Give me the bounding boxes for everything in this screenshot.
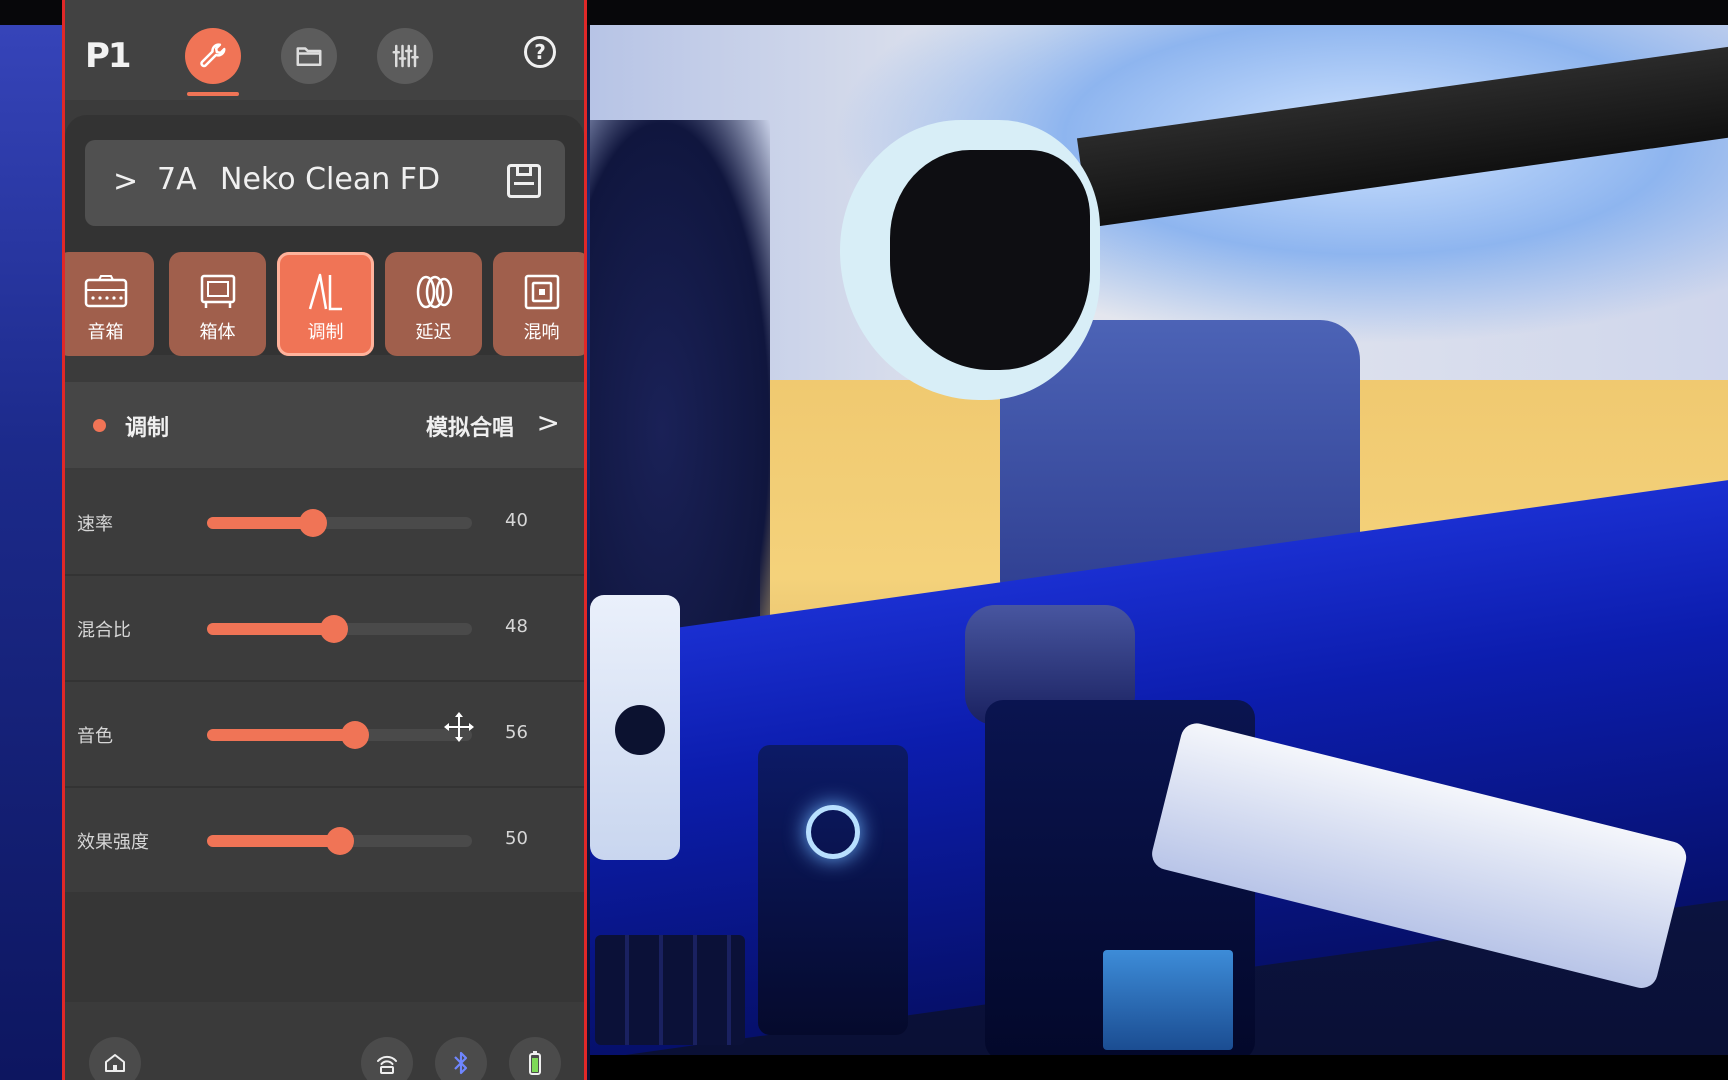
preset-name: Neko Clean FD: [220, 162, 441, 197]
module-delay[interactable]: 延迟: [385, 252, 482, 356]
wireless-icon: [377, 1055, 397, 1074]
module-label: 音箱: [87, 322, 124, 343]
slider-knob[interactable]: [299, 509, 327, 537]
param-slider[interactable]: [207, 827, 472, 855]
param-row: 音色 56: [65, 682, 584, 788]
empty-panel-area: [65, 892, 584, 1002]
move-cursor-icon: [444, 712, 474, 742]
slider-knob[interactable]: [341, 721, 370, 749]
module-label: 箱体: [199, 322, 236, 343]
param-label: 音色: [77, 726, 113, 747]
param-slider[interactable]: [207, 721, 472, 749]
param-value: 48: [505, 616, 528, 637]
param-row: 效果强度 50: [65, 788, 584, 894]
slider-fill: [207, 729, 356, 741]
chevron-right-icon: >: [113, 164, 139, 199]
preset-code: 7A: [157, 162, 197, 197]
mixer-icon: [392, 44, 419, 68]
wrench-icon: [200, 43, 226, 68]
param-slider[interactable]: [207, 509, 472, 537]
bottom-bar: [65, 1010, 584, 1080]
slider-knob[interactable]: [325, 827, 354, 855]
param-value: 40: [505, 510, 528, 531]
module-amp[interactable]: 音箱: [65, 252, 154, 356]
scene-keyboard: [595, 935, 745, 1045]
slider-fill: [207, 517, 313, 529]
module-strip: 音箱 箱体 调制 延迟 混响: [65, 252, 584, 358]
param-slider[interactable]: [207, 615, 472, 643]
app-panel: P1 ? > 7A Neko Clean FD 音箱 箱体 调制 延迟 混响 调…: [62, 0, 587, 1080]
module-label: 延迟: [415, 322, 452, 343]
effect-type-value: 模拟合唱: [425, 416, 514, 441]
status-dot: [93, 419, 106, 432]
battery-icon: [529, 1051, 541, 1075]
app-logo: P1: [85, 36, 132, 76]
module-label: 混响: [523, 322, 560, 343]
scene-left-edge: [0, 25, 62, 1080]
home-button[interactable]: [89, 1037, 141, 1080]
bluetooth-button[interactable]: [435, 1037, 487, 1080]
top-nav: P1 ?: [65, 0, 584, 100]
module-modulation[interactable]: 调制: [277, 252, 374, 356]
bottom-letterbox: [590, 1055, 1728, 1080]
save-icon[interactable]: [507, 164, 541, 198]
nav-mixer-button[interactable]: [377, 28, 433, 84]
param-value: 56: [505, 722, 528, 743]
folder-icon: [296, 47, 322, 66]
scene-pedal: [758, 745, 908, 1035]
param-value: 50: [505, 828, 528, 849]
delay-icon: [416, 275, 452, 309]
nav-folder-button[interactable]: [281, 28, 337, 84]
help-button[interactable]: ?: [524, 36, 556, 68]
param-row: 混合比 48: [65, 576, 584, 682]
nav-active-indicator: [187, 92, 239, 96]
cabinet-icon: [200, 274, 235, 308]
wireless-button[interactable]: [361, 1037, 413, 1080]
slider-fill: [207, 835, 340, 847]
effect-type-selector[interactable]: 调制 模拟合唱 >: [65, 382, 584, 468]
module-reverb[interactable]: 混响: [493, 252, 584, 356]
param-label: 效果强度: [77, 832, 149, 853]
module-cabinet[interactable]: 箱体: [169, 252, 266, 356]
bluetooth-icon: [454, 1051, 468, 1075]
chevron-right-icon: >: [536, 406, 560, 439]
modulation-icon: [308, 273, 342, 311]
param-label: 速率: [77, 514, 113, 535]
amp-icon: [84, 275, 127, 308]
slider-fill: [207, 623, 335, 635]
param-label: 混合比: [77, 620, 131, 641]
slider-knob[interactable]: [320, 615, 349, 643]
scene-pickguard: [890, 150, 1090, 370]
module-label: 调制: [307, 322, 344, 343]
nav-wrench-button[interactable]: [185, 28, 241, 84]
help-icon: ?: [534, 40, 546, 64]
preset-selector[interactable]: > 7A Neko Clean FD: [85, 140, 565, 226]
reverb-icon: [524, 274, 559, 310]
section-title: 调制: [125, 416, 170, 441]
home-icon: [105, 1054, 125, 1072]
battery-status: [509, 1037, 561, 1080]
scene-speaker: [590, 595, 680, 860]
param-row: 速率 40: [65, 470, 584, 576]
